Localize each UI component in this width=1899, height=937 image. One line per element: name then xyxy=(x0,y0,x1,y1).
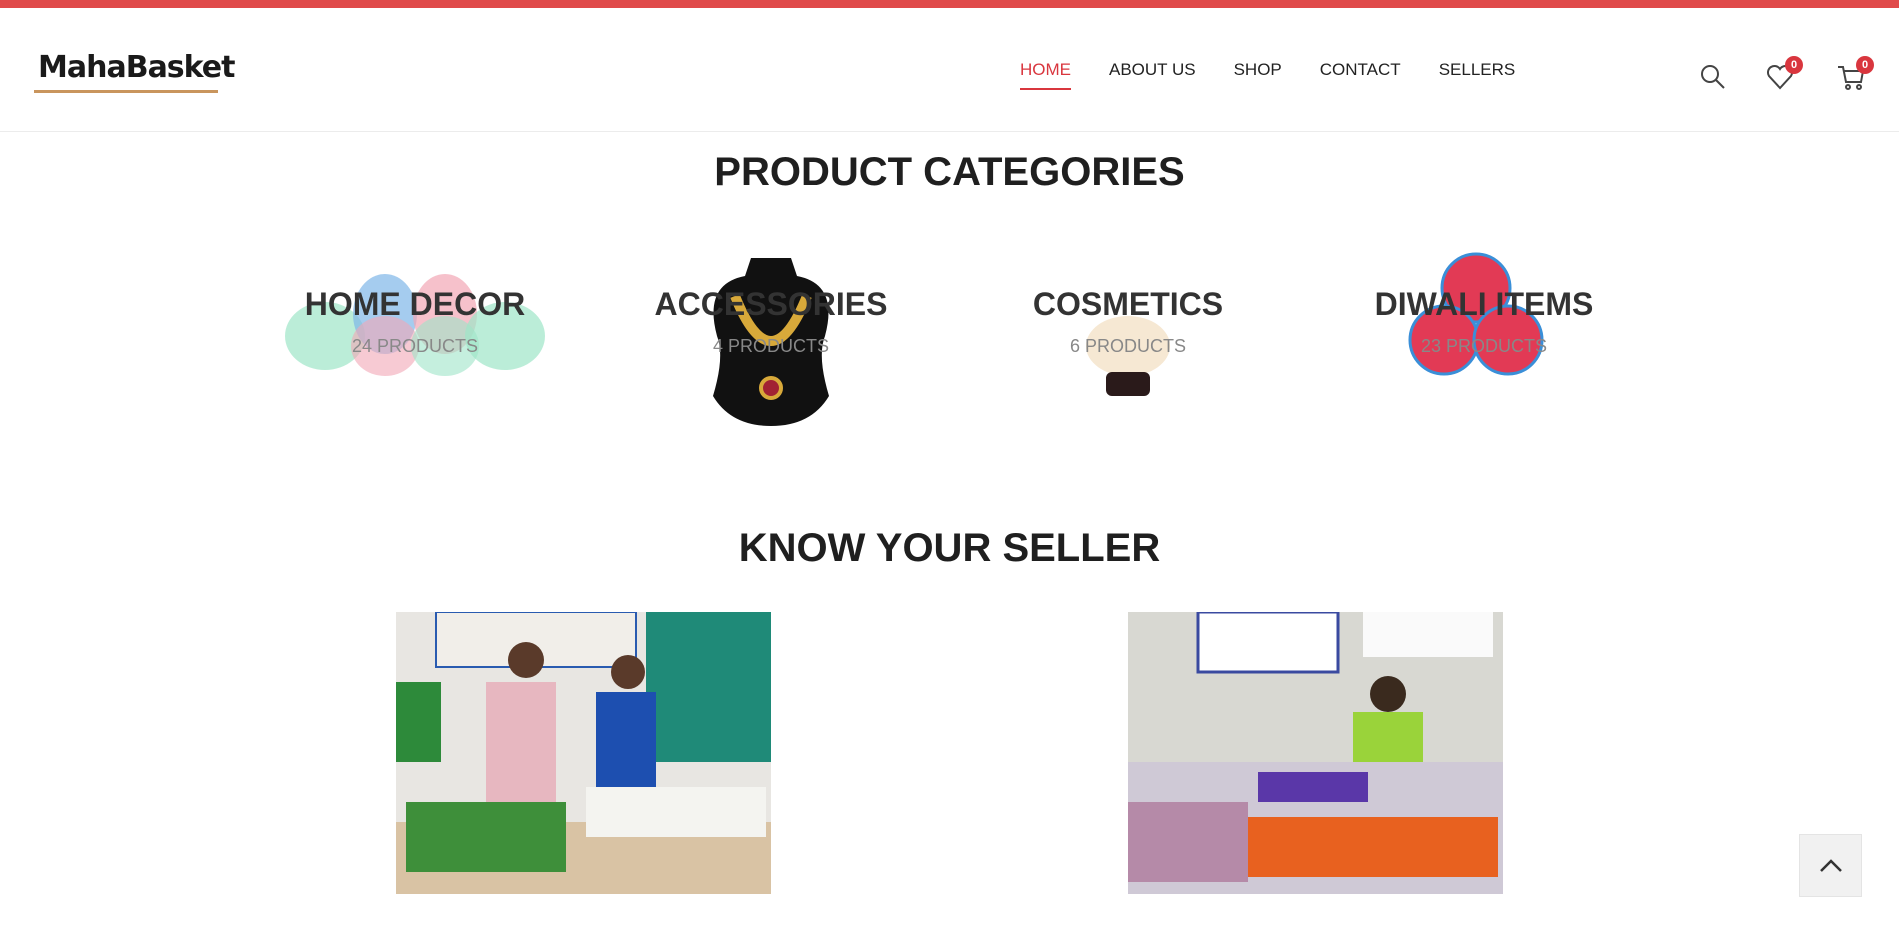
category-count: 4 PRODUCTS xyxy=(712,336,829,356)
nav-contact[interactable]: CONTACT xyxy=(1320,60,1401,90)
nav-shop[interactable]: SHOP xyxy=(1234,60,1282,90)
category-name: DIWALI ITEMS xyxy=(1374,286,1594,322)
nav-about-us[interactable]: ABOUT US xyxy=(1109,60,1196,90)
site-header: MahaBasket HOME ABOUT US SHOP CONTACT SE… xyxy=(0,8,1899,132)
logo-text: MahaBasket xyxy=(38,50,235,85)
product-categories-title: PRODUCT CATEGORIES xyxy=(714,150,1185,194)
category-count: 24 PRODUCTS xyxy=(351,336,479,356)
scroll-to-top-button[interactable] xyxy=(1799,834,1862,897)
category-cosmetics[interactable]: COSMETICS 6 PRODUCTS xyxy=(968,236,1288,436)
category-accessories[interactable]: ACCESSORIES 4 PRODUCTS xyxy=(611,236,931,436)
category-count: 6 PRODUCTS xyxy=(1069,336,1186,356)
logo[interactable]: MahaBasket xyxy=(34,44,235,96)
logo-underline xyxy=(34,90,218,93)
category-name: ACCESSORIES xyxy=(654,286,888,322)
wishlist-button[interactable]: 0 xyxy=(1765,56,1803,92)
category-name: HOME DECOR xyxy=(304,286,526,322)
top-accent-bar xyxy=(0,0,1899,8)
seller-photo-1[interactable] xyxy=(396,612,771,894)
know-your-seller-title: KNOW YOUR SELLER xyxy=(738,526,1161,570)
category-diwali-items[interactable]: DIWALI ITEMS 23 PRODUCTS xyxy=(1324,236,1644,436)
category-name: COSMETICS xyxy=(1032,286,1224,322)
nav-home[interactable]: HOME xyxy=(1020,60,1071,90)
chevron-up-icon xyxy=(1820,859,1842,872)
cart-button[interactable]: 0 xyxy=(1836,56,1874,92)
category-count: 23 PRODUCTS xyxy=(1420,336,1548,356)
category-home-decor[interactable]: HOME DECOR 24 PRODUCTS xyxy=(255,236,575,436)
seller-photo-2[interactable] xyxy=(1128,612,1503,894)
cart-count-badge: 0 xyxy=(1856,56,1874,74)
search-icon[interactable] xyxy=(1698,62,1728,92)
wishlist-count-badge: 0 xyxy=(1785,56,1803,74)
nav-sellers[interactable]: SELLERS xyxy=(1439,60,1516,90)
main-nav: HOME ABOUT US SHOP CONTACT SELLERS xyxy=(1020,60,1553,90)
